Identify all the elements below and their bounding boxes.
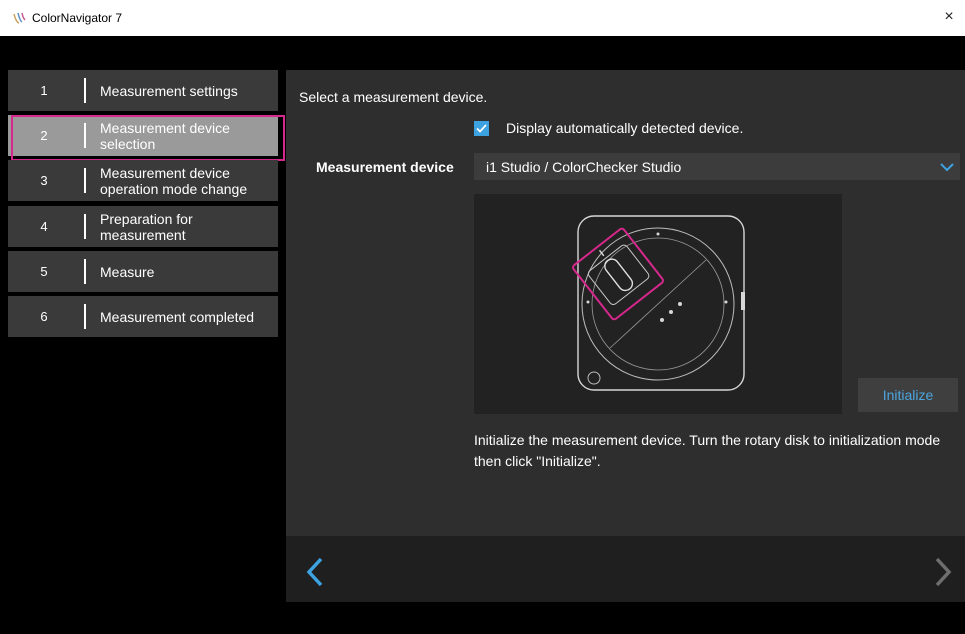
step-item-5[interactable]: 5 Measure: [8, 251, 278, 292]
instruction-text: Initialize the measurement device. Turn …: [474, 432, 941, 469]
step-divider: [84, 259, 86, 284]
title-bar: ColorNavigator 7 ×: [0, 0, 965, 36]
step-label: Measurement completed: [100, 308, 255, 325]
step-number: 1: [40, 83, 48, 98]
device-illustration: [474, 194, 842, 414]
main-panel: Select a measurement device. Display aut…: [286, 70, 965, 602]
step-number: 4: [40, 219, 48, 234]
step-item-2[interactable]: 2 Measurement device selection: [8, 115, 285, 161]
step-divider: [84, 168, 86, 193]
step-item-6[interactable]: 6 Measurement completed: [8, 296, 278, 337]
step-number: 6: [40, 309, 48, 324]
chevron-left-icon[interactable]: [304, 556, 326, 588]
step-label: Measurement settings: [100, 82, 238, 99]
step-label: Measure: [100, 263, 155, 280]
page-prompt: Select a measurement device.: [299, 89, 488, 105]
step-item-1[interactable]: 1 Measurement settings: [8, 70, 278, 111]
step-item-3[interactable]: 3 Measurement device operation mode chan…: [8, 160, 278, 201]
device-select-value: i1 Studio / ColorChecker Studio: [486, 159, 682, 175]
chevron-right-icon[interactable]: [932, 556, 954, 588]
step-label: Measurement device operation mode change: [100, 164, 248, 197]
device-select[interactable]: i1 Studio / ColorChecker Studio: [474, 153, 960, 180]
step-divider: [84, 304, 86, 329]
close-icon[interactable]: ×: [939, 7, 959, 27]
measurement-device-illustration: [572, 215, 745, 391]
step-highlight-frame: [11, 115, 285, 161]
auto-detect-checkbox[interactable]: [474, 120, 489, 136]
step-number: 3: [40, 173, 48, 188]
step-label: Preparation for measurement: [100, 210, 193, 243]
header-band: [0, 36, 965, 70]
device-field-label: Measurement device: [316, 159, 454, 175]
auto-detect-label[interactable]: Display automatically detected device.: [506, 120, 743, 136]
step-item-4[interactable]: 4 Preparation for measurement: [8, 206, 278, 247]
window-title: ColorNavigator 7: [32, 11, 123, 25]
chevron-down-icon[interactable]: [934, 153, 960, 180]
checkmark-icon: [476, 123, 487, 133]
colornavigator-logo-icon: [13, 12, 26, 24]
auto-detect-row: Display automatically detected device.: [474, 120, 743, 136]
initialize-button[interactable]: Initialize: [858, 378, 958, 412]
step-divider: [84, 214, 86, 239]
step-divider: [84, 78, 86, 103]
navigation-footer: [286, 536, 965, 602]
step-number: 5: [40, 264, 48, 279]
